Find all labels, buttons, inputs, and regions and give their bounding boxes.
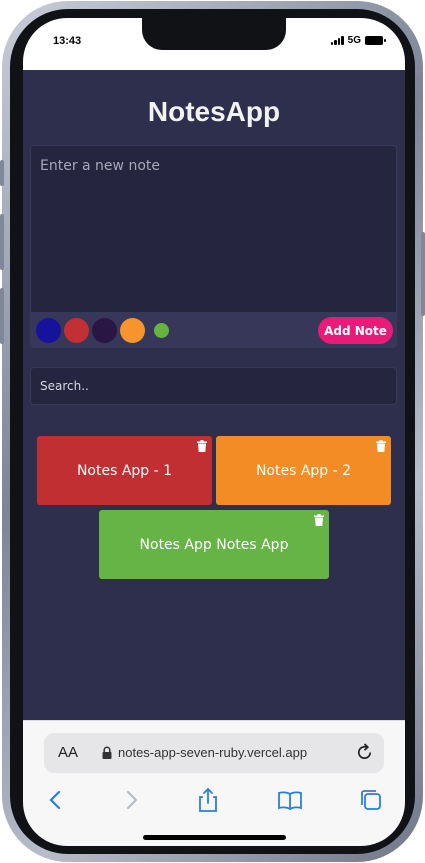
signal-icon	[330, 36, 344, 45]
note-card[interactable]: Notes App - 1	[37, 436, 212, 505]
status-indicators: 5G	[330, 35, 386, 46]
note-text: Notes App - 1	[76, 462, 173, 479]
note-text: Notes App Notes App	[139, 536, 289, 553]
status-time: 13:43	[53, 35, 82, 47]
camera-notch	[142, 18, 286, 50]
color-swatch-dark-blue[interactable]	[36, 318, 61, 343]
editor-toolbar: Add Note	[31, 312, 396, 347]
share-icon[interactable]	[195, 787, 221, 813]
forward-icon[interactable]	[118, 787, 144, 813]
color-swatch-orange[interactable]	[120, 318, 145, 343]
home-indicator	[143, 835, 286, 840]
notes-app: NotesApp Add Note Notes App - 1 Notes Ap…	[23, 70, 405, 720]
trash-icon[interactable]	[314, 514, 324, 526]
color-swatch-dark-purple[interactable]	[92, 318, 117, 343]
search-input[interactable]	[30, 367, 397, 405]
network-type: 5G	[347, 35, 361, 46]
address-bar[interactable]: AA notes-app-seven-ruby.vercel.app	[44, 733, 384, 773]
battery-icon	[365, 36, 386, 45]
lock-icon	[102, 746, 112, 759]
status-bar: 13:43 5G	[23, 18, 405, 70]
reader-settings-button[interactable]: AA	[58, 744, 78, 761]
url-text: notes-app-seven-ruby.vercel.app	[118, 745, 308, 760]
note-text: Notes App - 2	[255, 462, 352, 479]
tabs-icon[interactable]	[358, 787, 384, 813]
note-card[interactable]: Notes App Notes App	[99, 510, 329, 579]
reload-icon[interactable]	[355, 743, 374, 762]
new-note-textarea[interactable]	[31, 146, 396, 312]
note-card[interactable]: Notes App - 2	[216, 436, 391, 505]
back-icon[interactable]	[43, 787, 69, 813]
color-swatch-red[interactable]	[64, 318, 89, 343]
phone-screen: 13:43 5G NotesApp Add Note Notes	[23, 18, 405, 846]
trash-icon[interactable]	[197, 440, 207, 452]
page-title: NotesApp	[147, 96, 281, 127]
add-note-button[interactable]: Add Note	[318, 317, 393, 344]
trash-icon[interactable]	[376, 440, 386, 452]
note-editor: Add Note	[30, 145, 397, 348]
bookmarks-icon[interactable]	[277, 787, 303, 813]
color-swatch-green[interactable]	[154, 323, 169, 338]
browser-toolbar: AA notes-app-seven-ruby.vercel.app	[23, 720, 405, 846]
